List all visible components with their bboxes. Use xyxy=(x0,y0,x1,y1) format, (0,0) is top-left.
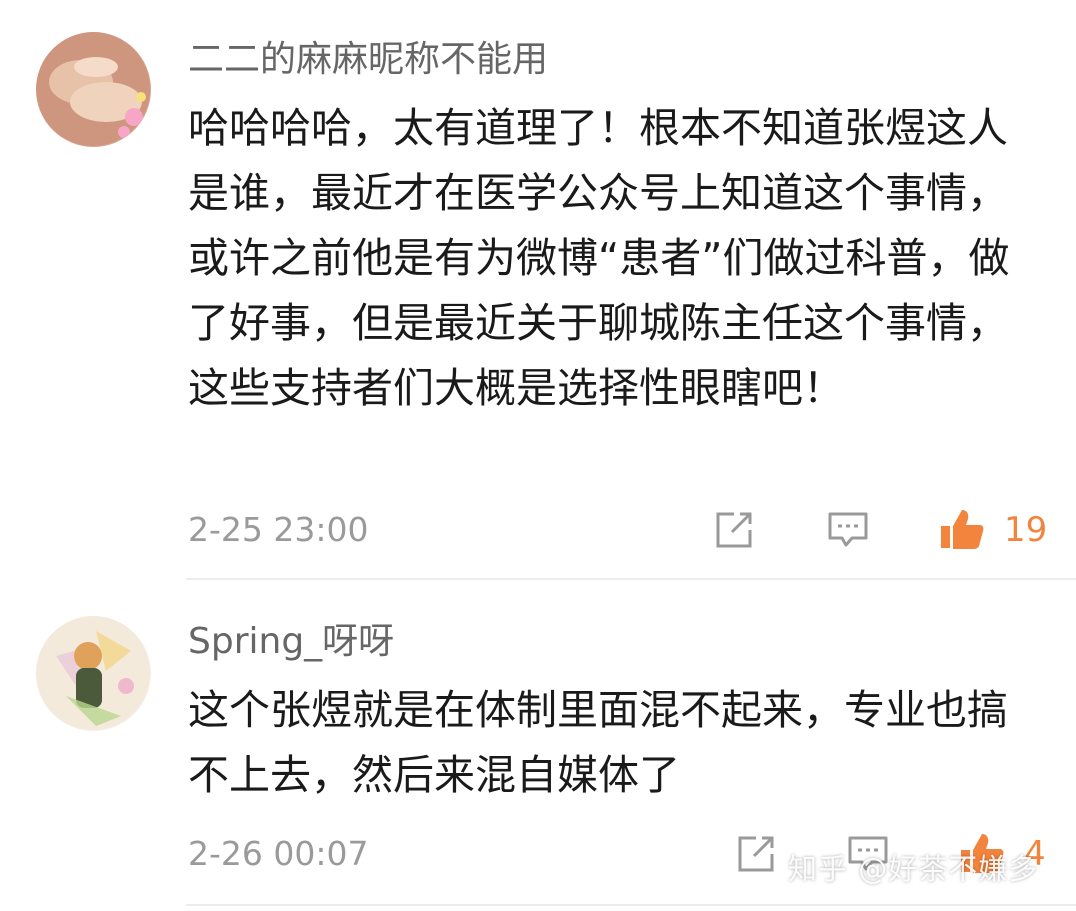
share-icon[interactable] xyxy=(734,834,778,874)
watermark: 知乎 @好茶不嫌多 xyxy=(788,852,1039,886)
like-count: 19 xyxy=(1004,510,1048,550)
share-icon[interactable] xyxy=(712,510,756,550)
comment-item: 二二的麻麻昵称不能用 哈哈哈哈，太有道理了！根本不知道张煜这人是谁，最近才在医学… xyxy=(0,0,1076,580)
avatar[interactable] xyxy=(36,616,151,731)
username[interactable]: 二二的麻麻昵称不能用 xyxy=(188,38,548,82)
divider xyxy=(186,904,1076,906)
timestamp: 2-26 00:07 xyxy=(188,834,369,873)
avatar[interactable] xyxy=(36,32,151,147)
thumbs-up-icon[interactable] xyxy=(938,506,986,552)
username[interactable]: Spring_呀呀 xyxy=(188,620,394,664)
reply-icon[interactable] xyxy=(826,510,870,550)
timestamp: 2-25 23:00 xyxy=(188,510,369,549)
comment-text: 这个张煜就是在体制里面混不起来，专业也搞不上去，然后来混自媒体了 xyxy=(188,686,1008,799)
comment-text: 哈哈哈哈，太有道理了！根本不知道张煜这人是谁，最近才在医学公众号上知道这个事情，… xyxy=(188,104,1010,412)
